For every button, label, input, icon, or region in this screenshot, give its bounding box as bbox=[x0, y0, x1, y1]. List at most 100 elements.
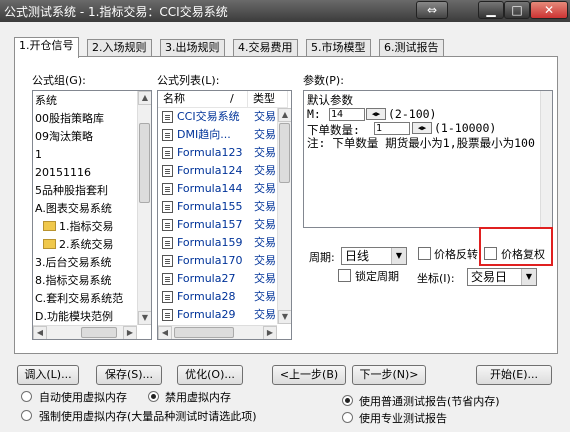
formula-row[interactable]: Formula144 交易 bbox=[158, 181, 278, 197]
formula-row[interactable]: Formula155 交易 bbox=[158, 199, 278, 215]
optimize-button[interactable]: 优化(O)... bbox=[177, 365, 243, 385]
params-label: 参数(P): bbox=[303, 74, 344, 87]
tree-item[interactable]: 09淘汰策略 bbox=[35, 129, 93, 145]
coord-value: 交易日 bbox=[471, 270, 508, 284]
param-m-input[interactable]: 14 bbox=[329, 108, 365, 121]
lock-period-checkbox[interactable] bbox=[338, 269, 351, 282]
period-select[interactable]: 日线 ▼ bbox=[341, 247, 407, 265]
scroll-left-icon[interactable]: ◀ bbox=[33, 326, 47, 339]
formula-type: 交易 bbox=[254, 308, 276, 321]
scroll-right-icon[interactable]: ▶ bbox=[263, 326, 277, 339]
scroll-thumb[interactable] bbox=[139, 123, 150, 203]
chevron-down-icon[interactable]: ▼ bbox=[391, 248, 406, 264]
import-button[interactable]: 调入(L)... bbox=[17, 365, 79, 385]
tab-trading-fees[interactable]: 4.交易费用 bbox=[233, 39, 298, 57]
formula-row[interactable]: DMI趋向... 交易 bbox=[158, 127, 278, 143]
memory-auto-radio[interactable] bbox=[21, 391, 32, 402]
formula-row[interactable]: Formula124 交易 bbox=[158, 163, 278, 179]
formula-type: 交易 bbox=[254, 182, 276, 195]
formula-row[interactable]: Formula27 交易 bbox=[158, 271, 278, 287]
tree-item[interactable]: C.套利交易系统范 bbox=[35, 291, 123, 307]
param-qty-input[interactable]: 1 bbox=[374, 122, 410, 135]
formula-icon bbox=[162, 201, 173, 213]
formula-name: CCI交易系统 bbox=[177, 110, 240, 123]
formula-row[interactable]: Formula157 交易 bbox=[158, 217, 278, 233]
formula-horizontal-scrollbar[interactable]: ◀ ▶ bbox=[158, 325, 277, 339]
tab-entry-rules[interactable]: 2.入场规则 bbox=[87, 39, 152, 57]
group-vertical-scrollbar[interactable]: ▲ ▼ bbox=[137, 91, 151, 325]
tree-item-indicator-trade[interactable]: 1.指标交易 bbox=[43, 219, 114, 235]
minimize-button[interactable]: ▁ bbox=[478, 1, 504, 19]
formula-type: 交易 bbox=[254, 110, 276, 123]
chevron-down-icon[interactable]: ▼ bbox=[521, 269, 536, 285]
scroll-up-icon[interactable]: ▲ bbox=[278, 108, 291, 122]
formula-list[interactable]: 名称 / 类型 CCI交易系统 交易 DMI趋向... 交易 Formula123 交易 Fo… bbox=[157, 90, 292, 340]
formula-name: Formula28 bbox=[177, 290, 236, 303]
report-normal-radio[interactable] bbox=[342, 395, 353, 406]
tree-item[interactable]: 3.后台交易系统 bbox=[35, 255, 112, 271]
switch-icon[interactable]: ⇔ bbox=[416, 1, 448, 19]
tree-item[interactable]: A.图表交易系统 bbox=[35, 201, 112, 217]
tree-item[interactable]: 5品种股指套利 bbox=[35, 183, 108, 199]
scroll-down-icon[interactable]: ▼ bbox=[138, 311, 151, 325]
scroll-up-icon[interactable]: ▲ bbox=[138, 91, 151, 105]
column-header-type[interactable]: 类型 bbox=[248, 91, 288, 108]
column-header-name[interactable]: 名称 / bbox=[158, 91, 248, 108]
scroll-thumb[interactable] bbox=[279, 123, 290, 183]
scroll-left-icon[interactable]: ◀ bbox=[158, 326, 172, 339]
next-step-button[interactable]: 下一步(N)> bbox=[352, 365, 426, 385]
tree-item[interactable]: 系统 bbox=[35, 93, 57, 109]
coord-select[interactable]: 交易日 ▼ bbox=[467, 268, 537, 286]
scroll-thumb[interactable] bbox=[81, 327, 117, 338]
memory-auto-label: 自动使用虚拟内存 bbox=[39, 391, 127, 404]
formula-row[interactable]: Formula28 交易 bbox=[158, 289, 278, 305]
title-bar[interactable]: 公式测试系统 - 1.指标交易：CCI交易系统 ⇔ ▁ □ ✕ bbox=[0, 0, 570, 22]
formula-name: Formula170 bbox=[177, 254, 243, 267]
tree-item[interactable]: 20151116 bbox=[35, 165, 91, 181]
price-reverse-checkbox[interactable] bbox=[418, 247, 431, 260]
tree-item[interactable]: 00股指策略库 bbox=[35, 111, 104, 127]
start-button[interactable]: 开始(E)... bbox=[476, 365, 552, 385]
formula-row[interactable]: Formula159 交易 bbox=[158, 235, 278, 251]
formula-row[interactable]: Formula123 交易 bbox=[158, 145, 278, 161]
params-scrollbar[interactable] bbox=[540, 91, 552, 227]
maximize-button[interactable]: □ bbox=[504, 1, 530, 19]
formula-group-tree[interactable]: 系统 00股指策略库 09淘汰策略 1 20151116 5品种股指套利 A.图… bbox=[32, 90, 152, 340]
close-button[interactable]: ✕ bbox=[530, 1, 568, 19]
group-horizontal-scrollbar[interactable]: ◀ ▶ bbox=[33, 325, 137, 339]
formula-type: 交易 bbox=[254, 272, 276, 285]
report-normal-label: 使用普通测试报告(节省内存) bbox=[359, 395, 500, 408]
tab-test-report[interactable]: 6.测试报告 bbox=[379, 39, 444, 57]
tab-open-signal[interactable]: 1.开仓信号 bbox=[14, 37, 79, 58]
save-button[interactable]: 保存(S)... bbox=[96, 365, 162, 385]
formula-row[interactable]: Formula170 交易 bbox=[158, 253, 278, 269]
memory-force-radio[interactable] bbox=[21, 410, 32, 421]
folder-icon bbox=[43, 239, 56, 249]
tree-item[interactable]: D.功能模块范例 bbox=[35, 309, 113, 325]
tree-item[interactable]: 1 bbox=[35, 147, 42, 163]
tree-item-label: 1.指标交易 bbox=[59, 220, 114, 233]
params-editor[interactable]: 默认参数 M: 14 ◀▶ (2-100) 下单数量: 1 ◀▶ (1-1000… bbox=[303, 90, 553, 228]
scroll-right-icon[interactable]: ▶ bbox=[123, 326, 137, 339]
report-pro-radio[interactable] bbox=[342, 412, 353, 423]
scroll-thumb[interactable] bbox=[174, 327, 234, 338]
param-m-spinner[interactable]: ◀▶ bbox=[366, 108, 386, 120]
formula-row[interactable]: Formula29 交易 bbox=[158, 307, 278, 323]
formula-type: 交易 bbox=[254, 254, 276, 267]
period-label: 周期: bbox=[309, 251, 335, 264]
tree-item-system-trade[interactable]: 2.系统交易 bbox=[43, 237, 114, 253]
tab-exit-rules[interactable]: 3.出场规则 bbox=[160, 39, 225, 57]
tab-market-model[interactable]: 5.市场模型 bbox=[306, 39, 371, 57]
memory-disable-radio[interactable] bbox=[148, 391, 159, 402]
scroll-down-icon[interactable]: ▼ bbox=[278, 310, 291, 324]
tree-item-label: 2.系统交易 bbox=[59, 238, 114, 251]
formula-name: Formula27 bbox=[177, 272, 236, 285]
formula-vertical-scrollbar[interactable]: ▲ ▼ bbox=[277, 108, 291, 324]
param-qty-spinner[interactable]: ◀▶ bbox=[412, 122, 432, 134]
formula-icon bbox=[162, 255, 173, 267]
formula-row[interactable]: CCI交易系统 交易 bbox=[158, 109, 278, 125]
formula-name: Formula155 bbox=[177, 200, 243, 213]
tree-item[interactable]: 8.指标交易系统 bbox=[35, 273, 112, 289]
prev-step-button[interactable]: <上一步(B) bbox=[272, 365, 346, 385]
formula-type: 交易 bbox=[254, 128, 276, 141]
